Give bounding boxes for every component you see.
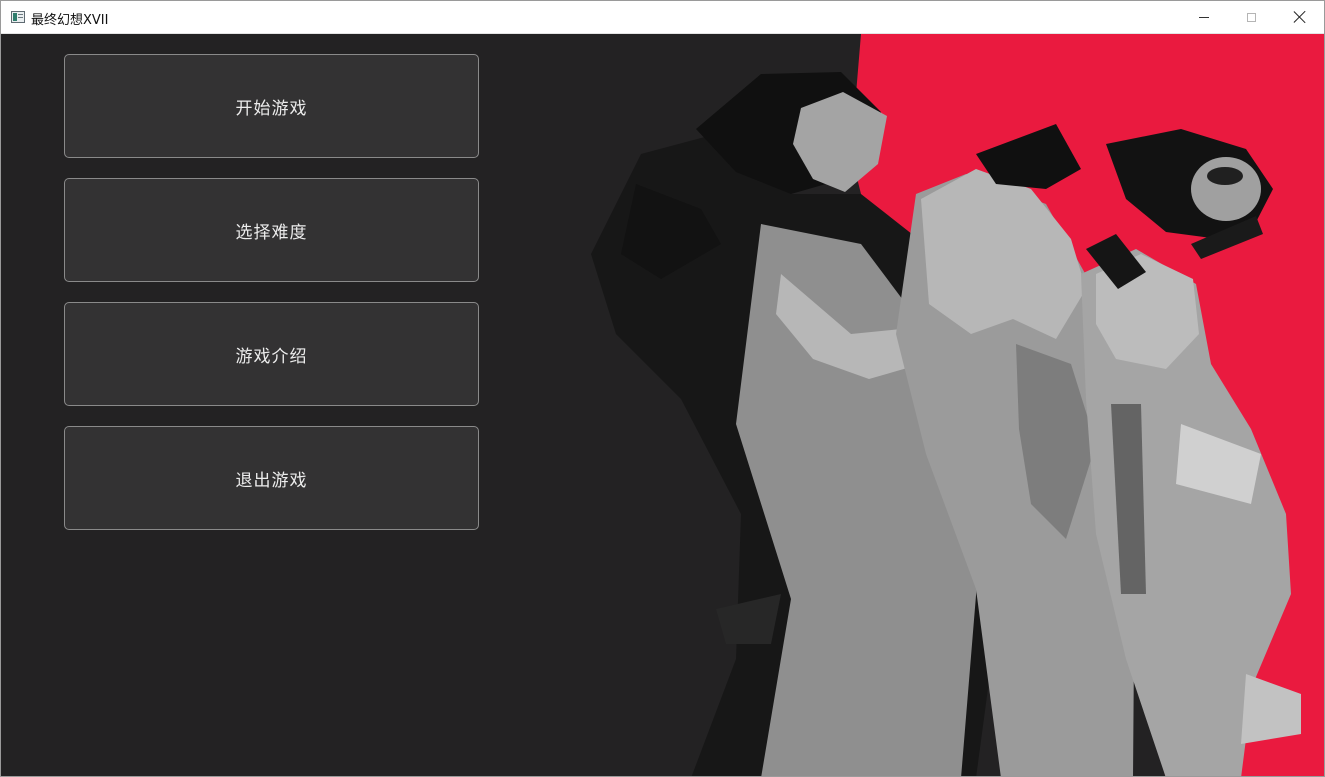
title-bar[interactable]: 最终幻想XVII [1, 1, 1324, 34]
character-artwork [521, 34, 1324, 776]
exit-game-button[interactable]: 退出游戏 [64, 426, 479, 530]
app-window-icon [11, 11, 25, 23]
game-intro-button[interactable]: 游戏介绍 [64, 302, 479, 406]
maximize-button[interactable] [1228, 1, 1274, 33]
game-main-menu-screen: 开始游戏 选择难度 游戏介绍 退出游戏 [1, 34, 1324, 776]
maximize-icon [1246, 12, 1256, 22]
minimize-button[interactable] [1181, 1, 1227, 33]
main-menu: 开始游戏 选择难度 游戏介绍 退出游戏 [64, 54, 479, 550]
game-window: 最终幻想XVII 开始游戏 选择难度 游戏介绍 退出游戏 [0, 0, 1325, 777]
select-difficulty-button[interactable]: 选择难度 [64, 178, 479, 282]
start-game-button[interactable]: 开始游戏 [64, 54, 479, 158]
window-title: 最终幻想XVII [31, 13, 109, 28]
close-icon [1293, 10, 1307, 24]
close-button[interactable] [1277, 1, 1323, 33]
minimize-icon [1199, 16, 1209, 18]
